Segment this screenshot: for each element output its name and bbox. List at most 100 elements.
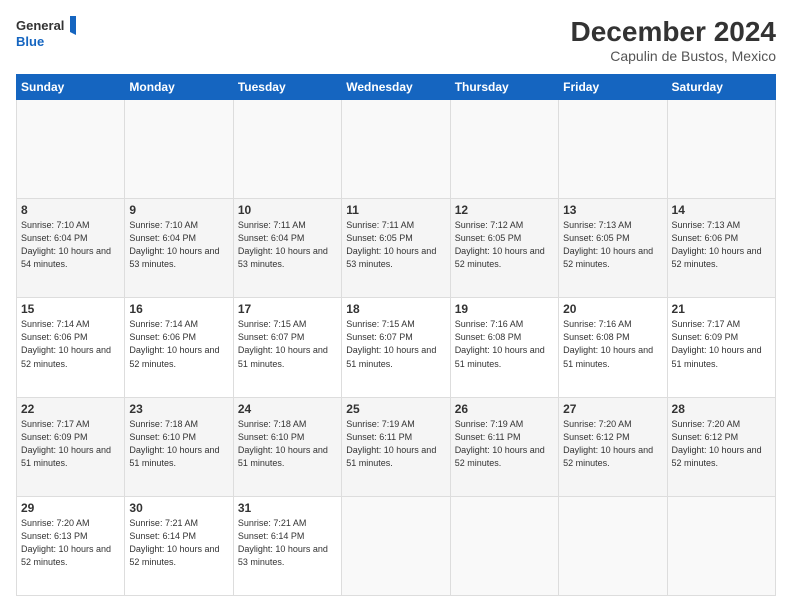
table-row: 27 Sunrise: 7:20 AMSunset: 6:12 PMDaylig… xyxy=(559,397,667,496)
table-row: 28 Sunrise: 7:20 AMSunset: 6:12 PMDaylig… xyxy=(667,397,775,496)
table-row xyxy=(450,496,558,595)
table-row: 10 Sunrise: 7:11 AMSunset: 6:04 PMDaylig… xyxy=(233,199,341,298)
page-subtitle: Capulin de Bustos, Mexico xyxy=(571,48,776,64)
day-number: 8 xyxy=(21,203,120,217)
title-block: December 2024 Capulin de Bustos, Mexico xyxy=(571,16,776,64)
table-row xyxy=(559,496,667,595)
day-info: Sunrise: 7:14 AMSunset: 6:06 PMDaylight:… xyxy=(129,318,228,370)
day-number: 22 xyxy=(21,402,120,416)
table-row: 9 Sunrise: 7:10 AMSunset: 6:04 PMDayligh… xyxy=(125,199,233,298)
day-number: 12 xyxy=(455,203,554,217)
day-info: Sunrise: 7:17 AMSunset: 6:09 PMDaylight:… xyxy=(21,418,120,470)
table-row xyxy=(342,100,450,199)
day-number: 19 xyxy=(455,302,554,316)
day-info: Sunrise: 7:19 AMSunset: 6:11 PMDaylight:… xyxy=(346,418,445,470)
day-info: Sunrise: 7:18 AMSunset: 6:10 PMDaylight:… xyxy=(238,418,337,470)
table-row: 31 Sunrise: 7:21 AMSunset: 6:14 PMDaylig… xyxy=(233,496,341,595)
table-row: 11 Sunrise: 7:11 AMSunset: 6:05 PMDaylig… xyxy=(342,199,450,298)
table-row xyxy=(17,100,125,199)
day-number: 16 xyxy=(129,302,228,316)
day-info: Sunrise: 7:12 AMSunset: 6:05 PMDaylight:… xyxy=(455,219,554,271)
table-row: 12 Sunrise: 7:12 AMSunset: 6:05 PMDaylig… xyxy=(450,199,558,298)
calendar-table: Sunday Monday Tuesday Wednesday Thursday… xyxy=(16,74,776,596)
day-info: Sunrise: 7:13 AMSunset: 6:06 PMDaylight:… xyxy=(672,219,771,271)
day-number: 28 xyxy=(672,402,771,416)
day-number: 15 xyxy=(21,302,120,316)
table-row: 24 Sunrise: 7:18 AMSunset: 6:10 PMDaylig… xyxy=(233,397,341,496)
calendar-page: General Blue December 2024 Capulin de Bu… xyxy=(0,0,792,612)
col-thursday: Thursday xyxy=(450,75,558,100)
logo-icon: General Blue xyxy=(16,16,76,52)
day-number: 20 xyxy=(563,302,662,316)
table-row xyxy=(125,100,233,199)
day-info: Sunrise: 7:10 AMSunset: 6:04 PMDaylight:… xyxy=(21,219,120,271)
day-info: Sunrise: 7:15 AMSunset: 6:07 PMDaylight:… xyxy=(238,318,337,370)
col-monday: Monday xyxy=(125,75,233,100)
table-row: 14 Sunrise: 7:13 AMSunset: 6:06 PMDaylig… xyxy=(667,199,775,298)
svg-text:General: General xyxy=(16,18,64,33)
table-row: 13 Sunrise: 7:13 AMSunset: 6:05 PMDaylig… xyxy=(559,199,667,298)
table-row: 25 Sunrise: 7:19 AMSunset: 6:11 PMDaylig… xyxy=(342,397,450,496)
col-sunday: Sunday xyxy=(17,75,125,100)
day-info: Sunrise: 7:15 AMSunset: 6:07 PMDaylight:… xyxy=(346,318,445,370)
day-number: 26 xyxy=(455,402,554,416)
day-info: Sunrise: 7:11 AMSunset: 6:04 PMDaylight:… xyxy=(238,219,337,271)
table-row xyxy=(559,100,667,199)
day-number: 21 xyxy=(672,302,771,316)
day-info: Sunrise: 7:10 AMSunset: 6:04 PMDaylight:… xyxy=(129,219,228,271)
day-info: Sunrise: 7:20 AMSunset: 6:13 PMDaylight:… xyxy=(21,517,120,569)
table-row: 19 Sunrise: 7:16 AMSunset: 6:08 PMDaylig… xyxy=(450,298,558,397)
calendar-header-row: Sunday Monday Tuesday Wednesday Thursday… xyxy=(17,75,776,100)
day-info: Sunrise: 7:21 AMSunset: 6:14 PMDaylight:… xyxy=(129,517,228,569)
table-row: 26 Sunrise: 7:19 AMSunset: 6:11 PMDaylig… xyxy=(450,397,558,496)
day-info: Sunrise: 7:20 AMSunset: 6:12 PMDaylight:… xyxy=(672,418,771,470)
table-row xyxy=(667,100,775,199)
day-info: Sunrise: 7:16 AMSunset: 6:08 PMDaylight:… xyxy=(563,318,662,370)
table-row xyxy=(667,496,775,595)
table-row: 18 Sunrise: 7:15 AMSunset: 6:07 PMDaylig… xyxy=(342,298,450,397)
svg-text:Blue: Blue xyxy=(16,34,44,49)
day-number: 29 xyxy=(21,501,120,515)
day-number: 13 xyxy=(563,203,662,217)
day-number: 9 xyxy=(129,203,228,217)
day-number: 17 xyxy=(238,302,337,316)
day-number: 27 xyxy=(563,402,662,416)
col-wednesday: Wednesday xyxy=(342,75,450,100)
table-row: 16 Sunrise: 7:14 AMSunset: 6:06 PMDaylig… xyxy=(125,298,233,397)
day-number: 23 xyxy=(129,402,228,416)
day-info: Sunrise: 7:19 AMSunset: 6:11 PMDaylight:… xyxy=(455,418,554,470)
day-number: 24 xyxy=(238,402,337,416)
day-info: Sunrise: 7:20 AMSunset: 6:12 PMDaylight:… xyxy=(563,418,662,470)
page-title: December 2024 xyxy=(571,16,776,48)
col-tuesday: Tuesday xyxy=(233,75,341,100)
day-number: 14 xyxy=(672,203,771,217)
table-row: 20 Sunrise: 7:16 AMSunset: 6:08 PMDaylig… xyxy=(559,298,667,397)
day-number: 30 xyxy=(129,501,228,515)
table-row: 30 Sunrise: 7:21 AMSunset: 6:14 PMDaylig… xyxy=(125,496,233,595)
table-row: 29 Sunrise: 7:20 AMSunset: 6:13 PMDaylig… xyxy=(17,496,125,595)
day-info: Sunrise: 7:17 AMSunset: 6:09 PMDaylight:… xyxy=(672,318,771,370)
table-row: 8 Sunrise: 7:10 AMSunset: 6:04 PMDayligh… xyxy=(17,199,125,298)
table-row: 15 Sunrise: 7:14 AMSunset: 6:06 PMDaylig… xyxy=(17,298,125,397)
table-row xyxy=(450,100,558,199)
page-header: General Blue December 2024 Capulin de Bu… xyxy=(16,16,776,64)
table-row: 21 Sunrise: 7:17 AMSunset: 6:09 PMDaylig… xyxy=(667,298,775,397)
day-info: Sunrise: 7:16 AMSunset: 6:08 PMDaylight:… xyxy=(455,318,554,370)
table-row: 17 Sunrise: 7:15 AMSunset: 6:07 PMDaylig… xyxy=(233,298,341,397)
table-row xyxy=(233,100,341,199)
col-saturday: Saturday xyxy=(667,75,775,100)
col-friday: Friday xyxy=(559,75,667,100)
day-number: 10 xyxy=(238,203,337,217)
day-number: 18 xyxy=(346,302,445,316)
table-row xyxy=(342,496,450,595)
day-number: 31 xyxy=(238,501,337,515)
table-row: 22 Sunrise: 7:17 AMSunset: 6:09 PMDaylig… xyxy=(17,397,125,496)
day-number: 11 xyxy=(346,203,445,217)
logo: General Blue xyxy=(16,16,76,52)
day-number: 25 xyxy=(346,402,445,416)
day-info: Sunrise: 7:14 AMSunset: 6:06 PMDaylight:… xyxy=(21,318,120,370)
day-info: Sunrise: 7:21 AMSunset: 6:14 PMDaylight:… xyxy=(238,517,337,569)
table-row: 23 Sunrise: 7:18 AMSunset: 6:10 PMDaylig… xyxy=(125,397,233,496)
day-info: Sunrise: 7:13 AMSunset: 6:05 PMDaylight:… xyxy=(563,219,662,271)
day-info: Sunrise: 7:11 AMSunset: 6:05 PMDaylight:… xyxy=(346,219,445,271)
